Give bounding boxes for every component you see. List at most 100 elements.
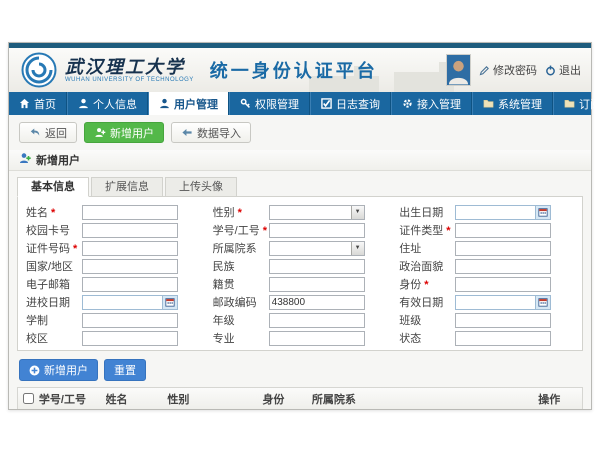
back-button-label: 返回 <box>45 125 67 141</box>
field-input-postal-code[interactable] <box>269 295 365 310</box>
field-label-postal-code: 邮政编码 <box>207 294 269 310</box>
field-label-enroll-date: 进校日期 <box>20 294 82 310</box>
field-input-ethnicity[interactable] <box>269 259 365 274</box>
field-input-native-place[interactable] <box>269 277 365 292</box>
field-input-address[interactable] <box>455 241 551 256</box>
tab-basic-info[interactable]: 基本信息 <box>17 177 89 197</box>
column-header-department[interactable]: 所属院系 <box>312 391 538 407</box>
field-input-valid-date[interactable] <box>456 296 535 309</box>
university-name: 武汉理工大学 <box>65 58 194 77</box>
import-arrow-icon <box>181 127 193 138</box>
form-field-grade: 年级 <box>207 312 394 328</box>
log-icon <box>321 98 332 109</box>
form-field-political-status: 政治面貌 <box>393 258 580 274</box>
folder-icon <box>483 98 494 109</box>
field-input-id-number[interactable] <box>82 241 178 256</box>
plus-circle-icon <box>29 365 40 376</box>
field-input-country[interactable] <box>82 259 178 274</box>
field-label-political-status: 政治面貌 <box>393 258 455 274</box>
reset-button[interactable]: 重置 <box>104 359 146 381</box>
power-icon <box>545 65 556 76</box>
calendar-icon[interactable] <box>535 206 550 219</box>
field-label-email: 电子邮箱 <box>20 276 82 292</box>
column-header-identity[interactable]: 身份 <box>262 391 311 407</box>
form-panel: 姓名*性别*▼出生日期校园卡号学号/工号*证件类型*证件号码*所属院系▼住址国家… <box>17 196 583 351</box>
field-label-grade: 年级 <box>207 312 269 328</box>
tab-upload-avatar[interactable]: 上传头像 <box>165 177 237 197</box>
field-label-ethnicity: 民族 <box>207 258 269 274</box>
field-input-email[interactable] <box>82 277 178 292</box>
form-field-postal-code: 邮政编码 <box>207 294 394 310</box>
add-user-submit-button[interactable]: 新增用户 <box>19 359 98 381</box>
field-input-major[interactable] <box>269 331 365 346</box>
add-user-toolbar-label: 新增用户 <box>110 125 154 141</box>
tab-extended-info[interactable]: 扩展信息 <box>91 177 163 197</box>
field-input-political-status[interactable] <box>455 259 551 274</box>
nav-item-home[interactable]: 首页 <box>9 92 67 115</box>
nav-item-label: 用户管理 <box>174 96 218 112</box>
data-import-button[interactable]: 数据导入 <box>171 122 251 143</box>
add-user-icon <box>94 127 106 138</box>
dropdown-arrow-icon[interactable]: ▼ <box>351 206 364 219</box>
back-button[interactable]: 返回 <box>19 122 77 143</box>
nav-item-subscription[interactable]: 订阅管理 <box>553 92 600 115</box>
add-user-submit-label: 新增用户 <box>44 362 88 378</box>
dropdown-arrow-icon[interactable]: ▼ <box>351 242 364 255</box>
field-input-schooling[interactable] <box>82 313 178 328</box>
form-row: 姓名*性别*▼出生日期 <box>20 203 580 221</box>
field-input-enroll-date[interactable] <box>83 296 162 309</box>
field-input-campus-card[interactable] <box>82 223 178 238</box>
field-input-name[interactable] <box>82 205 178 220</box>
nav-item-label: 日志查询 <box>336 96 380 112</box>
form-row: 学制 年级 班级 <box>20 311 580 329</box>
field-date-birth-date <box>455 205 551 220</box>
field-input-identity[interactable] <box>455 277 551 292</box>
field-label-name: 姓名* <box>20 204 82 220</box>
user-photo-avatar <box>446 54 471 86</box>
nav-item-access[interactable]: 接入管理 <box>391 92 472 115</box>
nav-item-permissions[interactable]: 权限管理 <box>229 92 310 115</box>
field-input-student-id[interactable] <box>269 223 365 238</box>
field-label-campus-card: 校园卡号 <box>20 222 82 238</box>
field-label-class: 班级 <box>393 312 455 328</box>
field-select-gender[interactable]: ▼ <box>269 205 365 220</box>
form-row: 国家/地区民族 政治面貌 <box>20 257 580 275</box>
section-title: 新增用户 <box>36 152 80 168</box>
nav-item-label: 首页 <box>34 96 56 112</box>
users-icon <box>159 98 170 109</box>
field-input-id-type[interactable] <box>455 223 551 238</box>
form-grid: 姓名*性别*▼出生日期校园卡号学号/工号*证件类型*证件号码*所属院系▼住址国家… <box>20 203 580 347</box>
form-field-campus: 校区 <box>20 330 207 346</box>
field-select-department[interactable]: ▼ <box>269 241 365 256</box>
field-label-gender: 性别* <box>207 204 269 220</box>
column-header-student-id[interactable]: 学号/工号 <box>39 391 106 407</box>
field-label-valid-date: 有效日期 <box>393 294 455 310</box>
field-label-id-number: 证件号码* <box>20 240 82 256</box>
nav-item-logs[interactable]: 日志查询 <box>310 92 391 115</box>
field-date-valid-date <box>455 295 551 310</box>
calendar-icon[interactable] <box>162 296 177 309</box>
form-row: 校园卡号学号/工号*证件类型* <box>20 221 580 239</box>
column-header-actions[interactable]: 操作 <box>538 391 582 407</box>
form-field-enroll-date: 进校日期 <box>20 294 207 310</box>
nav-item-system[interactable]: 系统管理 <box>472 92 553 115</box>
field-input-status[interactable] <box>455 331 551 346</box>
nav-item-users[interactable]: 用户管理 <box>148 92 229 115</box>
column-header-gender[interactable]: 性别 <box>167 391 262 407</box>
field-label-identity: 身份* <box>393 276 455 292</box>
calendar-icon[interactable] <box>535 296 550 309</box>
form-field-country: 国家/地区 <box>20 258 207 274</box>
logout-link[interactable]: 退出 <box>545 62 581 78</box>
field-input-birth-date[interactable] <box>456 206 535 219</box>
field-label-schooling: 学制 <box>20 312 82 328</box>
field-label-address: 住址 <box>393 240 455 256</box>
nav-item-profile[interactable]: 个人信息 <box>67 92 148 115</box>
form-field-valid-date: 有效日期 <box>393 294 580 310</box>
column-header-name[interactable]: 姓名 <box>106 391 168 407</box>
add-user-toolbar-button[interactable]: 新增用户 <box>84 122 164 143</box>
select-all-checkbox[interactable] <box>23 393 34 404</box>
field-input-class[interactable] <box>455 313 551 328</box>
change-password-link[interactable]: 修改密码 <box>479 62 537 78</box>
field-input-campus[interactable] <box>82 331 178 346</box>
field-input-grade[interactable] <box>269 313 365 328</box>
